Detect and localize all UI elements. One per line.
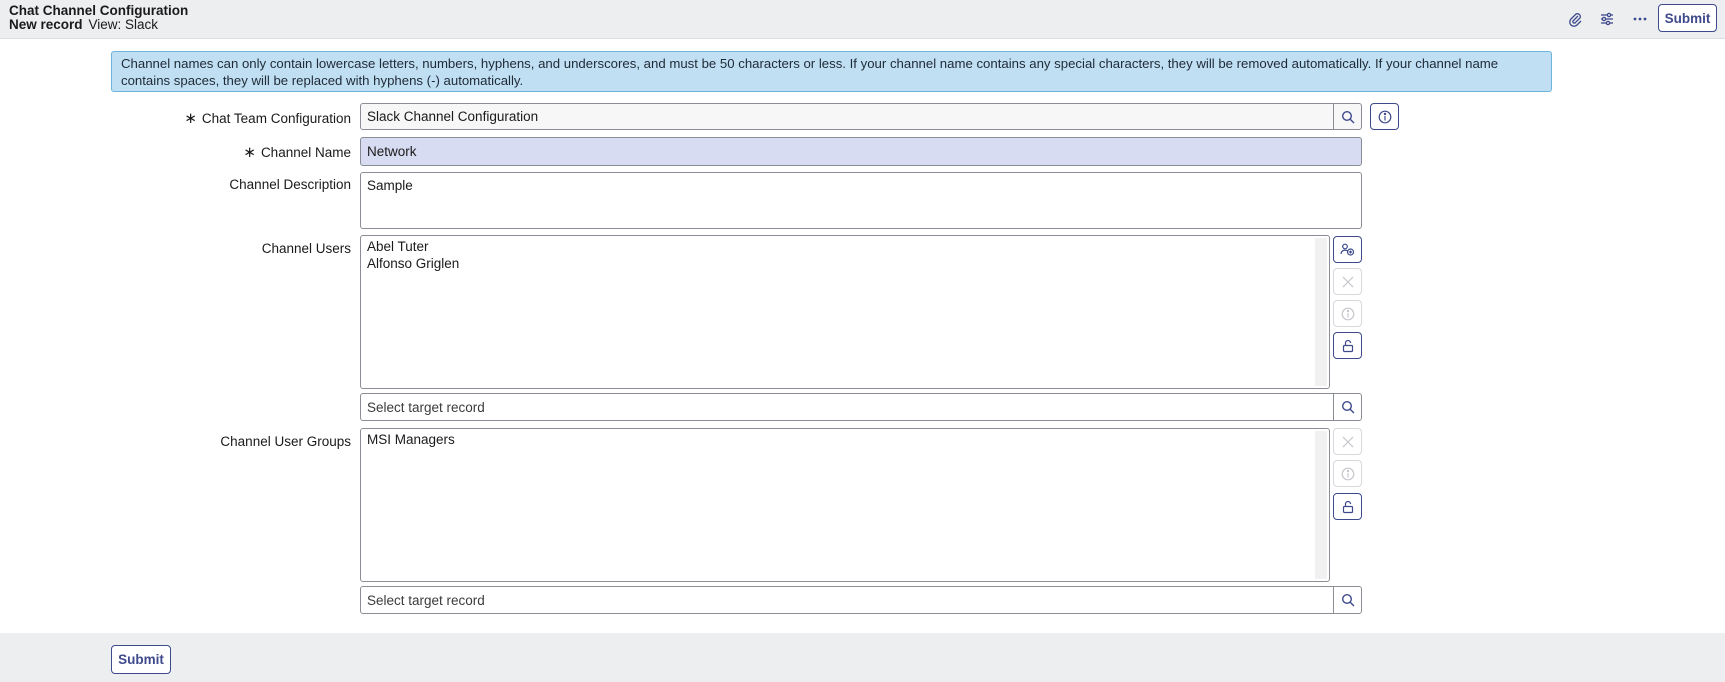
footer-submit-button[interactable]: Submit (111, 645, 171, 674)
chat-team-configuration-value: Slack Channel Configuration (367, 109, 539, 124)
target-record-placeholder: Select target record (367, 592, 485, 608)
channel-users-target-input[interactable]: Select target record (360, 393, 1362, 421)
header-submit-button[interactable]: Submit (1658, 4, 1717, 32)
add-users-icon[interactable] (1333, 236, 1362, 263)
channel-user-groups-label: Channel User Groups (220, 434, 351, 449)
remove-icon[interactable] (1333, 268, 1362, 295)
search-icon[interactable] (1333, 104, 1361, 129)
required-icon: ∗ (243, 144, 256, 161)
scrollbar[interactable] (1315, 238, 1327, 386)
channel-name-input[interactable]: Network (360, 137, 1362, 166)
channel-name-value: Network (367, 144, 417, 159)
view-name: View: Slack (88, 17, 159, 32)
info-icon[interactable] (1370, 103, 1399, 130)
search-icon[interactable] (1333, 587, 1361, 613)
unlock-icon[interactable] (1333, 493, 1362, 520)
channel-users-list[interactable]: Abel Tuter Alfonso Griglen (360, 235, 1330, 389)
record-status: New record (9, 17, 83, 32)
remove-icon[interactable] (1333, 428, 1362, 455)
channel-user-groups-target-input[interactable]: Select target record (360, 586, 1362, 614)
list-item[interactable]: Abel Tuter (367, 239, 1323, 256)
sliders-icon[interactable] (1594, 6, 1620, 32)
info-message: Channel names can only contain lowercase… (111, 51, 1552, 92)
channel-users-label: Channel Users (261, 241, 351, 256)
channel-user-groups-list[interactable]: MSI Managers (360, 428, 1330, 582)
more-icon[interactable] (1627, 6, 1653, 32)
required-icon: ∗ (184, 110, 197, 127)
chat-team-configuration-field[interactable]: Slack Channel Configuration (360, 103, 1362, 130)
info-icon[interactable] (1333, 300, 1362, 327)
record-subtitle: New record View: Slack (9, 17, 158, 32)
channel-description-label: Channel Description (229, 177, 351, 192)
info-icon[interactable] (1333, 460, 1362, 487)
list-item[interactable]: Alfonso Griglen (367, 256, 1323, 273)
page-title: Chat Channel Configuration (9, 3, 189, 18)
channel-description-textarea[interactable]: Sample (360, 172, 1362, 229)
scrollbar[interactable] (1315, 431, 1327, 579)
form-footer (0, 633, 1725, 682)
unlock-icon[interactable] (1333, 332, 1362, 359)
chat-team-configuration-label: ∗ Chat Team Configuration (184, 110, 351, 127)
search-icon[interactable] (1333, 394, 1361, 420)
channel-description-value: Sample (367, 178, 413, 193)
paperclip-icon[interactable] (1562, 6, 1588, 32)
target-record-placeholder: Select target record (367, 399, 485, 415)
channel-name-label: ∗ Channel Name (243, 144, 351, 161)
list-item[interactable]: MSI Managers (367, 432, 1323, 449)
form-header: Chat Channel Configuration New record Vie… (0, 0, 1725, 39)
